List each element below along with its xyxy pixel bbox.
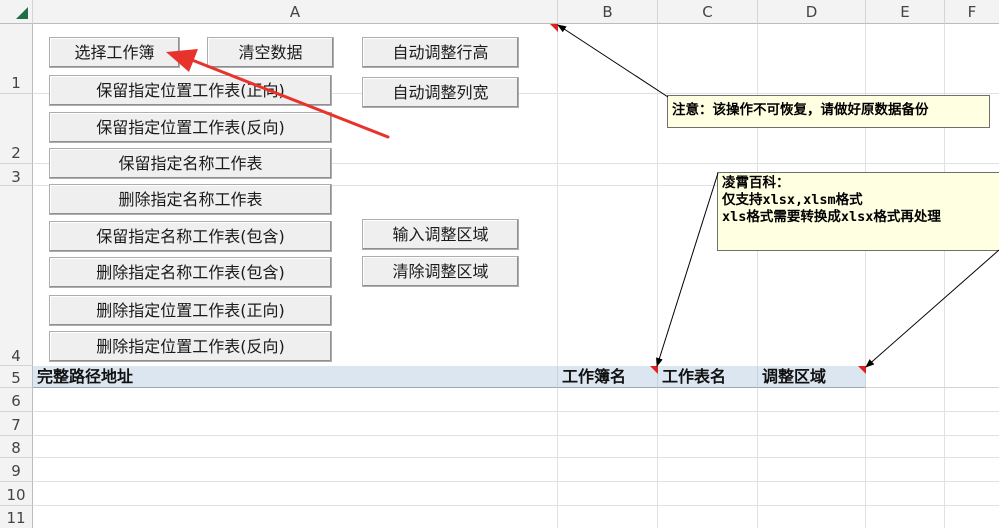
red-arrow-shaft [190,58,390,139]
info-callout-line-1 [656,172,719,367]
callout-arrows [166,24,999,368]
warning-callout-line [557,24,669,98]
info-callout-line-2 [865,249,999,368]
red-arrow-head [166,49,198,72]
